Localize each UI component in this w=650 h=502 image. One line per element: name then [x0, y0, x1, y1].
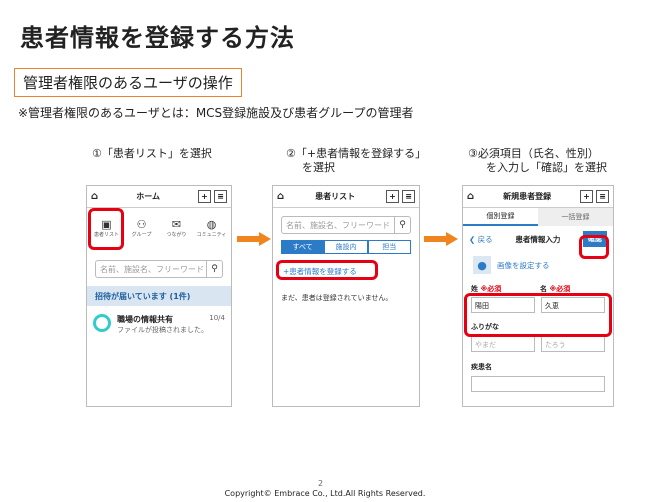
phone3-title: 新規患者登録: [503, 192, 552, 201]
last-name-label: 姓: [471, 285, 478, 293]
person-icon: ●: [473, 256, 491, 274]
phone2-search-input[interactable]: 名前、施設名、フリーワード ⚲: [281, 216, 411, 234]
required-mark: ※必須: [480, 285, 502, 293]
phone2-title: 患者リスト: [315, 192, 356, 201]
kana-first-input[interactable]: たろう: [541, 336, 605, 352]
invite-bar[interactable]: 招待が届いています (1件): [87, 286, 231, 306]
back-label: 戻る: [477, 234, 493, 244]
disease-label: 疾患名: [471, 363, 492, 371]
nav-group[interactable]: ⚇ グループ: [127, 218, 157, 238]
item-date: 10/4: [209, 314, 225, 322]
tab-all[interactable]: すべて: [281, 240, 325, 254]
menu-icon[interactable]: ≡: [595, 190, 609, 203]
search-icon[interactable]: ⚲: [394, 217, 410, 233]
group-avatar: [93, 314, 111, 332]
disease-input[interactable]: [471, 376, 605, 392]
home-icon[interactable]: ⌂: [467, 191, 474, 202]
phone-patient-list-screen: ⌂ 患者リスト + ≡ 名前、施設名、フリーワード ⚲ すべて 施設内 担当 + 患…: [272, 185, 420, 407]
nav-community[interactable]: ◍ コミュニティ: [197, 218, 227, 238]
step3-label: ③必須項目（氏名、性別） を入力し「確認」を選択: [468, 147, 607, 175]
page-number: 2: [318, 479, 324, 488]
section-subtitle: 管理者権限のあるユーザの操作: [14, 68, 242, 97]
copyright: Copyright© Embrace Co., Ltd.All Rights R…: [224, 489, 426, 498]
nav-connections[interactable]: ✉ つながり: [162, 218, 192, 238]
tab-bulk[interactable]: 一括登録: [538, 208, 613, 226]
phone3-header: ⌂ 新規患者登録 + ≡: [463, 186, 613, 208]
phone1-header: ⌂ ホーム + ≡: [87, 186, 231, 208]
home-icon[interactable]: ⌂: [277, 191, 284, 202]
name-labels: 姓 ※必須 名 ※必須: [463, 278, 613, 294]
tab-assigned[interactable]: 担当: [367, 240, 411, 254]
step3-line2: を入力し「確認」を選択: [486, 161, 607, 174]
highlight-register-link: [276, 260, 378, 280]
first-name-label: 名: [540, 285, 547, 293]
kana-inputs: やまだ たろう: [463, 334, 613, 354]
back-button[interactable]: ❮ 戻る: [469, 234, 493, 245]
item-subtitle: ファイルが投稿されました。: [117, 326, 208, 334]
tab-in-facility[interactable]: 施設内: [324, 240, 368, 254]
add-user-icon[interactable]: +: [579, 190, 593, 203]
arrow-right-icon: [237, 232, 271, 246]
step2-label: ②「+患者情報を登録する」 を選択: [286, 147, 426, 175]
arrow-right-icon: [424, 232, 458, 246]
phone1-title: ホーム: [136, 192, 160, 201]
register-tabs: 個別登録 一括登録: [463, 208, 613, 226]
required-mark: ※必須: [549, 285, 571, 293]
form-subheader: 患者情報入力: [515, 234, 561, 244]
search-icon[interactable]: ⚲: [206, 261, 222, 277]
mail-icon: ✉: [171, 218, 182, 231]
search-placeholder: 名前、施設名、フリーワード: [100, 264, 204, 274]
menu-icon[interactable]: ≡: [214, 190, 227, 203]
nav-label: コミュニティ: [196, 232, 227, 238]
step1-label: ①「患者リスト」を選択: [92, 147, 212, 160]
nav-label: グループ: [131, 232, 152, 238]
kana-last-input[interactable]: やまだ: [471, 336, 535, 352]
search-placeholder: 名前、施設名、フリーワード: [286, 220, 390, 230]
home-icon[interactable]: ⌂: [91, 191, 98, 202]
globe-icon: ◍: [206, 218, 217, 231]
highlight-name-fields: [464, 293, 612, 337]
tab-individual[interactable]: 個別登録: [463, 208, 538, 226]
add-user-icon[interactable]: +: [385, 190, 399, 203]
set-image-label: 画像を設定する: [497, 260, 550, 270]
filter-tabs: すべて 施設内 担当: [281, 240, 411, 254]
empty-message: まだ、患者は登録されていません。: [281, 294, 393, 302]
nav-label: つながり: [166, 232, 187, 238]
add-user-icon[interactable]: +: [198, 190, 211, 203]
highlight-patient-list: [88, 208, 124, 250]
step2-line2: を選択: [302, 161, 335, 174]
step2-line1: ②「+患者情報を登録する」: [286, 147, 427, 160]
item-title: 職場の情報共有: [117, 315, 173, 324]
menu-icon[interactable]: ≡: [401, 190, 415, 203]
highlight-confirm: [579, 235, 609, 259]
group-icon: ⚇: [136, 218, 147, 231]
admin-note: ※管理者権限のあるユーザとは：MCS登録施設及び患者グループの管理者: [18, 106, 414, 120]
list-item[interactable]: 職場の情報共有 10/4 ファイルが投稿されました。: [87, 306, 231, 343]
phone2-header: ⌂ 患者リスト + ≡: [273, 186, 419, 208]
phone1-search-input[interactable]: 名前、施設名、フリーワード ⚲: [95, 260, 223, 278]
page-title: 患者情報を登録する方法: [20, 24, 295, 52]
step3-line1: ③必須項目（氏名、性別）: [468, 147, 599, 160]
